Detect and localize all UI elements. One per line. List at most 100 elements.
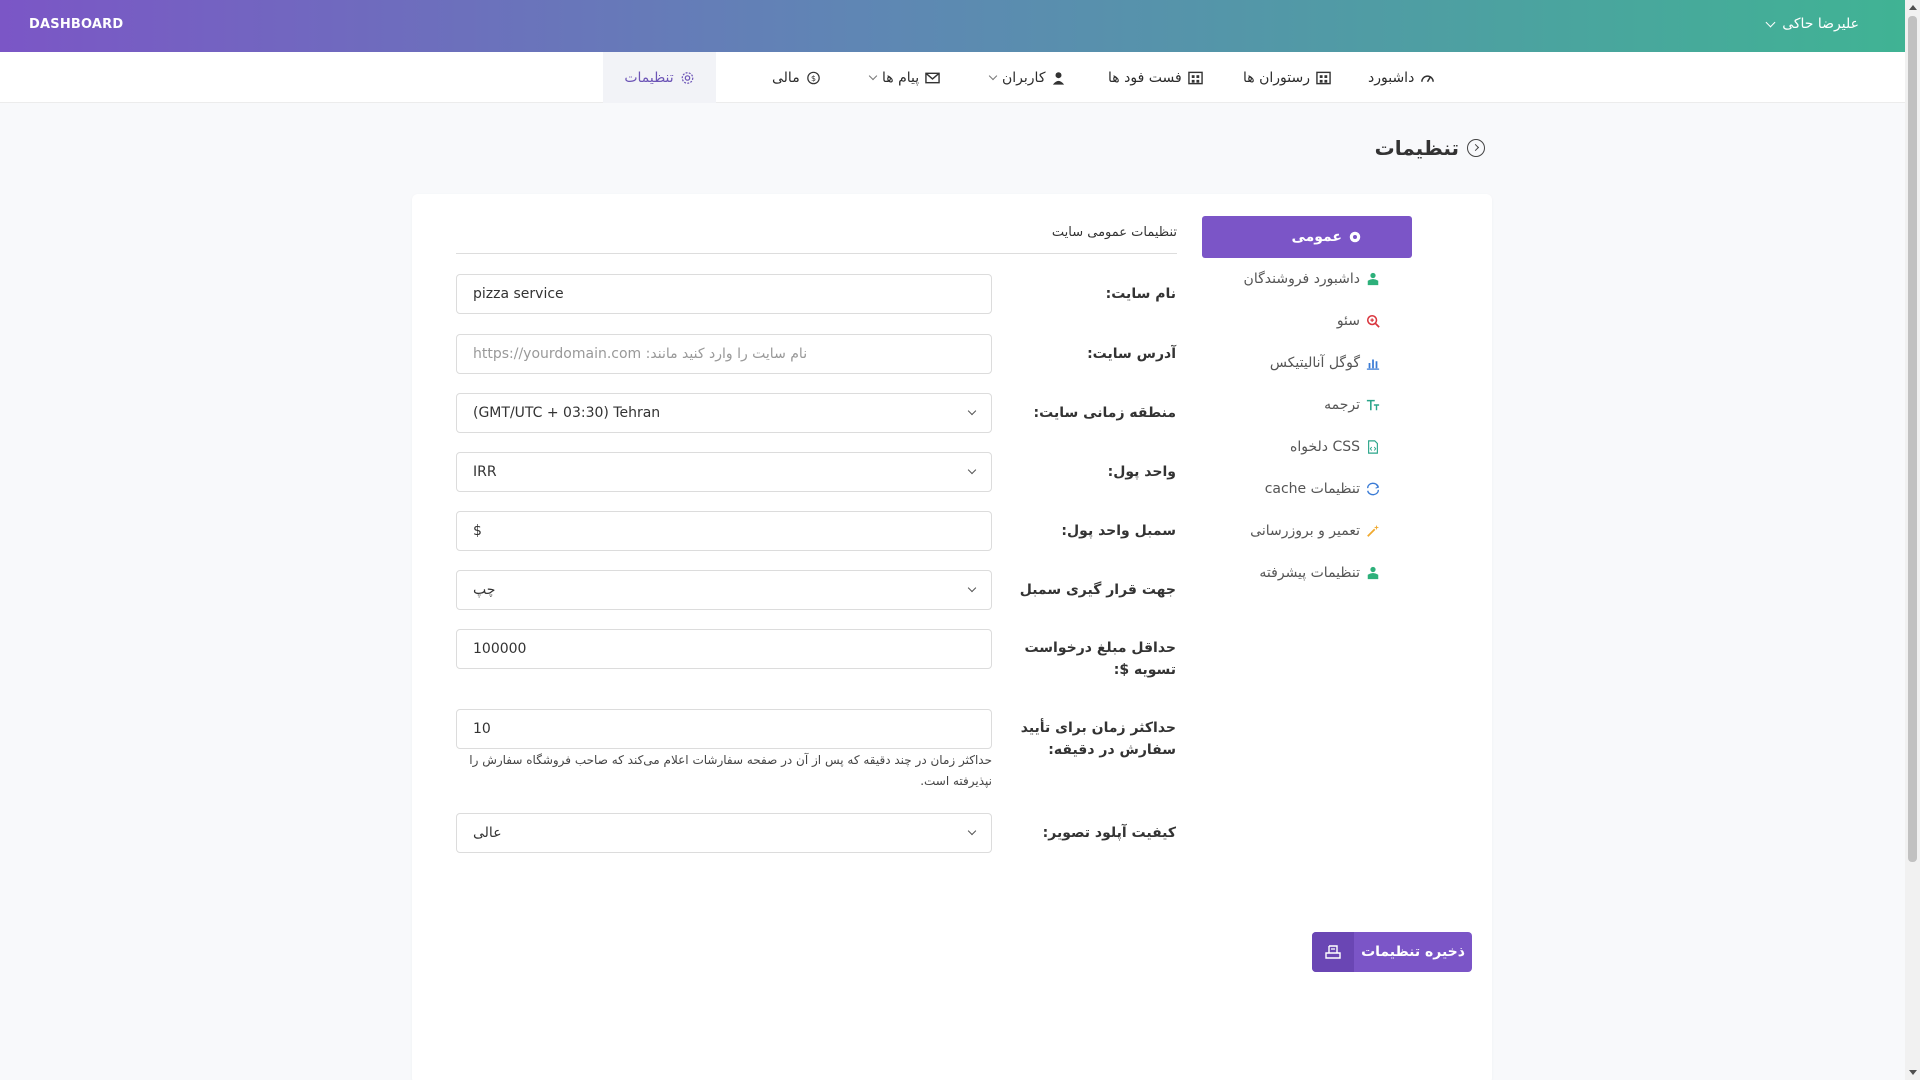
currency-symbol-label: سمبل واحد پول: bbox=[1061, 523, 1176, 539]
min-settlement-value: 100000 bbox=[473, 641, 527, 657]
nav-settings[interactable]: تنظیمات bbox=[603, 52, 716, 103]
page-title: تنظیمات bbox=[1374, 136, 1459, 160]
nav-label: مالی bbox=[772, 69, 800, 86]
side-item-label: تعمیر و بروزرسانی bbox=[1250, 523, 1360, 539]
nav-label: تنظیمات bbox=[624, 69, 674, 86]
side-item-label: CSS دلخواه bbox=[1289, 439, 1360, 455]
bar-chart-icon bbox=[1366, 359, 1380, 370]
nav-fastfoods[interactable]: فست فود ها bbox=[1108, 52, 1203, 103]
gear-icon bbox=[681, 71, 694, 84]
chevron-down-icon bbox=[967, 406, 977, 416]
symbol-position-value: چپ bbox=[473, 582, 496, 598]
nav-users[interactable]: کاربران bbox=[988, 52, 1066, 103]
currency-value: IRR bbox=[473, 464, 497, 480]
site-name-input[interactable]: pizza service bbox=[456, 274, 992, 314]
side-item-vendor-dashboard[interactable]: داشبورد فروشندگان bbox=[1202, 258, 1412, 300]
section-divider bbox=[456, 253, 1177, 254]
site-url-input[interactable]: نام سایت را وارد کنید مانند: https://you… bbox=[456, 334, 992, 374]
refresh-icon bbox=[1367, 482, 1380, 496]
side-item-label: سئو bbox=[1336, 313, 1360, 329]
user-menu[interactable]: علیرضا حاکی bbox=[1765, 16, 1859, 32]
settings-side-menu: عمومی داشبورد فروشندگان سئو گوگل آنالیتی… bbox=[1202, 216, 1412, 594]
brand-logo[interactable]: DASHBOARD bbox=[29, 17, 123, 32]
side-item-label: عمومی bbox=[1291, 229, 1342, 245]
page-scrollbar[interactable] bbox=[1905, 0, 1920, 1080]
min-settlement-label: حداقل مبلغ درخواست تسویه $: bbox=[1024, 640, 1176, 678]
site-url-placeholder: نام سایت را وارد کنید مانند: https://you… bbox=[473, 346, 808, 362]
side-item-label: ترجمه bbox=[1324, 397, 1360, 413]
side-item-label: تنظیمات cache bbox=[1264, 481, 1360, 497]
symbol-position-select[interactable]: چپ bbox=[456, 570, 992, 610]
nav-dashboard[interactable]: داشبورد bbox=[1368, 52, 1435, 103]
save-settings-button[interactable]: ذخیره تنظیمات bbox=[1312, 932, 1472, 972]
file-code-icon bbox=[1368, 440, 1378, 454]
currency-symbol-value: $ bbox=[473, 523, 482, 539]
text-size-icon bbox=[1366, 399, 1380, 411]
symbol-position-label: جهت قرار گیری سمبل bbox=[1019, 582, 1176, 598]
timezone-select[interactable]: (GMT/UTC + 03:30) Tehran bbox=[456, 393, 992, 433]
side-item-seo[interactable]: سئو bbox=[1202, 300, 1412, 342]
nav-label: داشبورد bbox=[1368, 69, 1415, 86]
site-url-label: آدرس سایت: bbox=[1087, 346, 1176, 362]
section-title: تنظیمات عمومی سایت bbox=[1051, 225, 1177, 240]
page-header: تنظیمات bbox=[1375, 136, 1485, 160]
side-item-label: گوگل آنالیتیکس bbox=[1269, 355, 1360, 371]
save-icon bbox=[1312, 932, 1354, 972]
user-tie-icon bbox=[1367, 272, 1379, 286]
dollar-circle-icon: $ bbox=[806, 71, 820, 84]
max-confirm-time-value: 10 bbox=[473, 721, 491, 737]
max-confirm-time-label: حداکثر زمان برای تأیید سفارش در دقیقه: bbox=[1020, 720, 1176, 758]
svg-text:$: $ bbox=[811, 74, 816, 83]
side-item-cache[interactable]: تنظیمات cache bbox=[1202, 468, 1412, 510]
chevron-down-icon bbox=[1765, 17, 1776, 27]
back-circle-icon[interactable] bbox=[1467, 139, 1485, 157]
side-item-translation[interactable]: ترجمه bbox=[1202, 384, 1412, 426]
currency-select[interactable]: IRR bbox=[456, 452, 992, 492]
currency-label: واحد پول: bbox=[1107, 464, 1176, 480]
top-bar: DASHBOARD علیرضا حاکی bbox=[0, 0, 1905, 52]
user-tie-icon bbox=[1367, 566, 1379, 580]
store-icon bbox=[1316, 71, 1331, 84]
nav-finance[interactable]: $ مالی bbox=[772, 52, 821, 103]
gauge-icon bbox=[1421, 74, 1435, 82]
scroll-up-arrow-icon[interactable] bbox=[1909, 5, 1917, 10]
store-icon bbox=[1187, 71, 1203, 84]
nav-label: پیام ها bbox=[882, 69, 920, 86]
nav-restaurants[interactable]: رستوران ها bbox=[1243, 52, 1331, 103]
max-confirm-time-help: حداکثر زمان در چند دقیقه که پس از آن در … bbox=[469, 753, 992, 788]
side-item-analytics[interactable]: گوگل آنالیتیکس bbox=[1202, 342, 1412, 384]
image-quality-value: عالی bbox=[473, 825, 502, 841]
gear-icon bbox=[1349, 231, 1361, 243]
timezone-label: منطقه زمانی سایت: bbox=[1033, 405, 1176, 421]
side-item-maintenance[interactable]: تعمیر و بروزرسانی bbox=[1202, 510, 1412, 552]
side-item-general[interactable]: عمومی bbox=[1202, 216, 1412, 258]
magic-wand-icon bbox=[1367, 524, 1380, 537]
max-confirm-time-input[interactable]: 10 bbox=[456, 709, 992, 749]
chevron-down-icon bbox=[967, 583, 977, 593]
nav-label: فست فود ها bbox=[1108, 69, 1182, 86]
side-item-advanced[interactable]: تنظیمات پیشرفته bbox=[1202, 552, 1412, 594]
scroll-down-arrow-icon[interactable] bbox=[1909, 1070, 1917, 1075]
chevron-down-icon bbox=[967, 826, 977, 836]
envelope-icon bbox=[925, 72, 940, 83]
timezone-value: (GMT/UTC + 03:30) Tehran bbox=[473, 405, 661, 421]
side-item-label: داشبورد فروشندگان bbox=[1243, 271, 1360, 287]
min-settlement-input[interactable]: 100000 bbox=[456, 629, 992, 669]
chevron-down-icon bbox=[988, 71, 998, 81]
main-nav: داشبورد رستوران ها فست فود ها کاربران پی… bbox=[0, 52, 1905, 103]
site-name-value: pizza service bbox=[473, 286, 564, 302]
nav-messages[interactable]: پیام ها bbox=[868, 52, 940, 103]
chevron-down-icon bbox=[967, 465, 977, 475]
scroll-thumb[interactable] bbox=[1908, 16, 1917, 862]
search-plus-icon bbox=[1366, 314, 1380, 328]
side-item-custom-css[interactable]: CSS دلخواه bbox=[1202, 426, 1412, 468]
user-icon bbox=[1053, 71, 1065, 85]
nav-label: رستوران ها bbox=[1243, 69, 1310, 86]
image-quality-label: کیفیت آپلود تصویر: bbox=[1042, 825, 1176, 841]
user-name: علیرضا حاکی bbox=[1782, 16, 1859, 32]
site-name-label: نام سایت: bbox=[1105, 286, 1176, 302]
save-settings-label: ذخیره تنظیمات bbox=[1361, 944, 1465, 960]
currency-symbol-input[interactable]: $ bbox=[456, 511, 992, 551]
nav-label: کاربران bbox=[1002, 69, 1046, 86]
image-quality-select[interactable]: عالی bbox=[456, 813, 992, 853]
